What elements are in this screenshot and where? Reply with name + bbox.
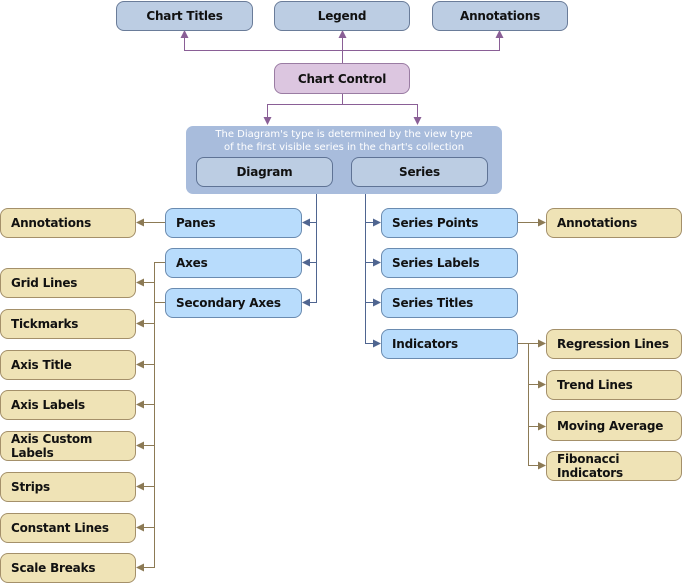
arrow-to-indicators [365,187,381,348]
arrow-axes-scale-breaks [136,262,165,572]
arrow-to-annotations-top [342,30,504,51]
chart-control-node: Chart Control [274,63,410,94]
arrow-to-secondary-axes [302,187,317,307]
arrow-to-chart-titles [180,30,343,63]
indicators-node: Indicators [381,329,518,359]
scale-breaks-node: Scale Breaks [0,553,136,583]
series-titles-node: Series Titles [381,288,518,318]
arrow-to-series [342,104,422,125]
annotations-top-node: Annotations [432,1,568,31]
diagram-node: Diagram [196,157,333,187]
grid-lines-node: Grid Lines [0,268,136,298]
diagram-type-note: The Diagram's type is determined by the … [186,128,502,154]
regression-lines-node: Regression Lines [546,329,682,359]
fibonacci-indicators-node: Fibonacci Indicators [546,451,682,481]
secondary-axes-node: Secondary Axes [165,288,302,318]
note-line-2: of the first visible series in the chart… [223,142,465,153]
moving-average-node: Moving Average [546,411,682,441]
legend-node: Legend [274,1,410,31]
trend-lines-node: Trend Lines [546,370,682,400]
axis-custom-labels-node: Axis Custom Labels [0,431,136,461]
series-node: Series [351,157,488,187]
axis-labels-node: Axis Labels [0,390,136,420]
constant-lines-node: Constant Lines [0,513,136,543]
strips-node: Strips [0,472,136,502]
series-labels-node: Series Labels [381,248,518,278]
axis-title-node: Axis Title [0,350,136,380]
axes-node: Axes [165,248,302,278]
tickmarks-node: Tickmarks [0,309,136,339]
panes-annotations-node: Annotations [0,208,136,238]
series-points-node: Series Points [381,208,518,238]
note-line-1: The Diagram's type is determined by the … [215,129,473,140]
series-points-annotations-node: Annotations [546,208,682,238]
panes-node: Panes [165,208,302,238]
chart-titles-node: Chart Titles [116,1,253,31]
arrow-to-diagram [263,94,343,125]
